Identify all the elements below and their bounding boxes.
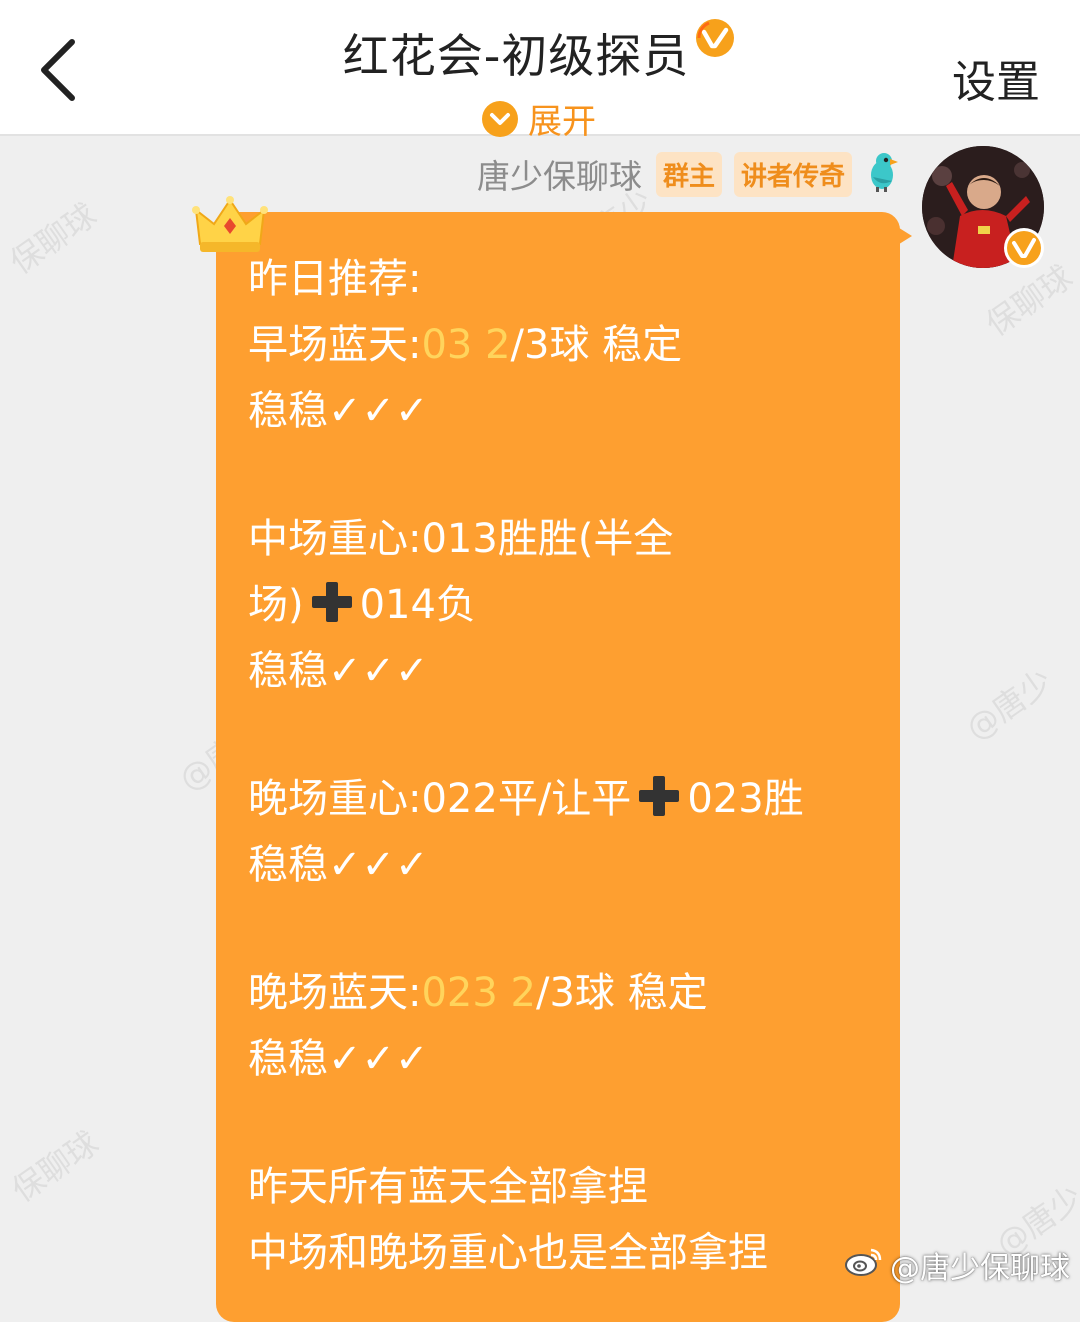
settings-button[interactable]: 设置 [952,46,1040,110]
group-title: 红花会-初级探员 [342,29,690,83]
highlighted-text: 023 2 [421,970,536,1016]
message-line: 早场蓝天:03 2/3球 稳定 [248,312,888,378]
verified-v-icon [693,16,737,64]
message-text-segment: 场) [248,582,304,628]
result-line: 稳稳✓✓✓ [248,648,429,694]
watermark: 保聊球 [4,1123,106,1210]
message-line: 晚场蓝天:023 2/3球 稳定 [248,960,888,1026]
result-line: 稳稳✓✓✓ [248,842,429,888]
summary-line: 昨天所有蓝天全部拿捏 [248,1164,648,1210]
message-text-segment: 023胜 [687,776,804,822]
watermark-handle: @唐少保聊球 [890,1251,1070,1286]
message-text: 昨日推荐: 早场蓝天:03 2/3球 稳定 稳稳✓✓✓ 中场重心:013胜胜(半… [248,246,888,1286]
heavy-plus-icon [306,576,358,622]
highlighted-text: 03 2 [421,322,511,368]
watermark: 保聊球 [2,195,104,282]
message-text-segment: /3球 稳定 [536,970,708,1016]
message-text-segment: 早场蓝天: [248,322,422,368]
sender-info: 唐少保聊球 群主 讲者传奇 [477,150,900,198]
heavy-plus-icon [633,770,685,816]
message-line: 中场重心:013胜胜(半全 [248,516,674,562]
message-line: 晚场重心:022平/让平 023胜 [248,766,888,832]
chat-title-row: 红花会-初级探员 [0,19,1080,86]
expand-label: 展开 [528,102,596,142]
badge-group-owner: 群主 [655,151,722,197]
message-text-segment: 014负 [359,582,476,628]
sender-name[interactable]: 唐少保聊球 [477,150,642,198]
message-text-segment: 晚场重心:022平/让平 [248,776,632,822]
weibo-watermark: @唐少保聊球 [844,1243,1070,1287]
badge-speaker-legend: 讲者传奇 [733,151,852,197]
bubble-tail [896,226,912,246]
message-heading: 昨日推荐: [248,256,422,302]
parrot-icon [864,151,900,197]
message-line: 场) 014负 [248,572,888,638]
watermark: @唐少 [958,661,1060,748]
message-text-segment: 晚场蓝天: [248,970,422,1016]
chevron-down-icon [482,100,518,137]
expand-button[interactable]: 展开 [482,94,596,142]
chat-header: 红花会-初级探员 展开 设置 [0,0,1080,142]
weibo-icon [844,1245,884,1285]
message-text-segment: /3球 稳定 [510,322,683,368]
result-line: 稳稳✓✓✓ [248,1036,429,1082]
verified-v-icon [1002,226,1046,270]
summary-line: 中场和晚场重心也是全部拿捏 [248,1230,768,1276]
result-line: 稳稳✓✓✓ [248,388,429,434]
